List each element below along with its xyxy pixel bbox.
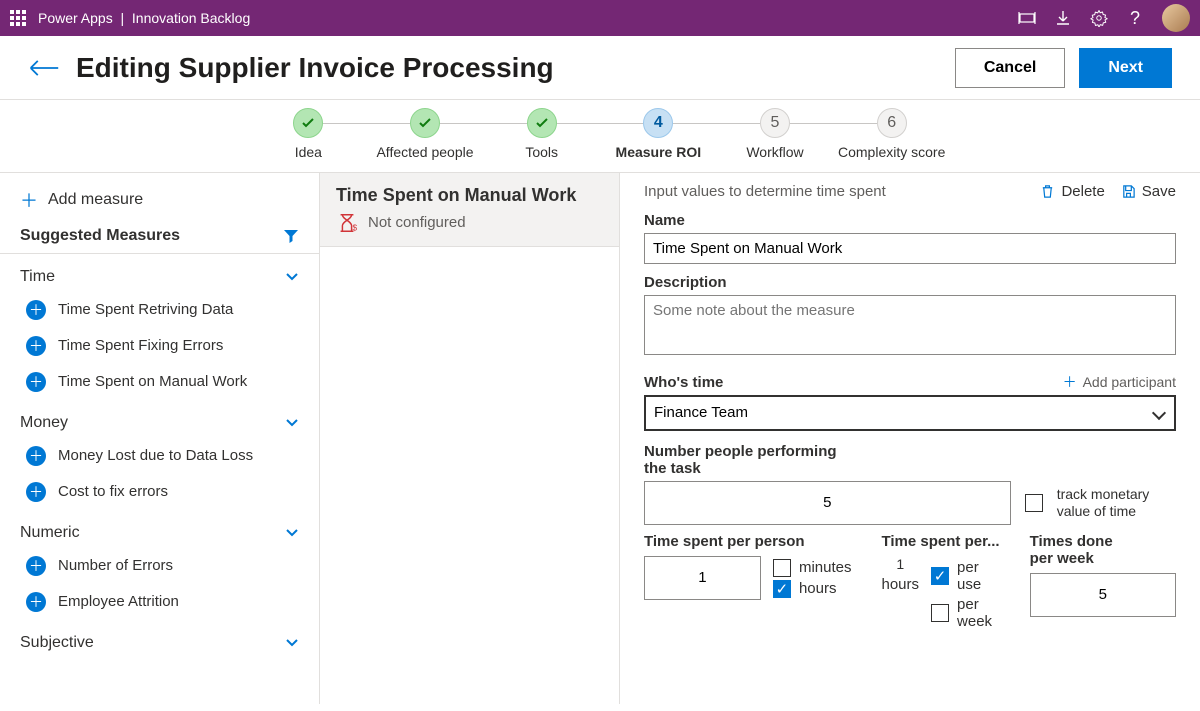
- step-affected-people[interactable]: Affected people: [367, 108, 484, 162]
- svg-text:$: $: [353, 223, 358, 232]
- add-circle-icon: ＋: [26, 482, 46, 502]
- time-per-person-input[interactable]: [644, 556, 761, 600]
- add-circle-icon: ＋: [26, 446, 46, 466]
- per-use-checkbox[interactable]: ✓: [931, 567, 949, 585]
- next-button[interactable]: Next: [1079, 48, 1172, 88]
- measure-card-status: Not configured: [368, 214, 466, 231]
- chevron-down-icon: [285, 416, 299, 430]
- time-spent-per-value: 1: [881, 556, 919, 572]
- name-input[interactable]: [644, 233, 1176, 264]
- delete-button[interactable]: Delete: [1040, 183, 1104, 200]
- measure-num-errors[interactable]: ＋Number of Errors: [0, 548, 319, 584]
- chevron-down-icon: [285, 636, 299, 650]
- times-done-input[interactable]: [1030, 573, 1176, 617]
- group-time[interactable]: Time: [0, 254, 319, 292]
- trash-icon: [1040, 184, 1055, 199]
- times-done-label: Times done per week: [1030, 533, 1130, 567]
- measure-money-lost[interactable]: ＋Money Lost due to Data Loss: [0, 438, 319, 474]
- measure-time-manual[interactable]: ＋Time Spent on Manual Work: [0, 364, 319, 400]
- page-header: Editing Supplier Invoice Processing Canc…: [0, 36, 1200, 100]
- num-people-label: Number people performing the task: [644, 443, 844, 477]
- measure-employee-attrition[interactable]: ＋Employee Attrition: [0, 584, 319, 620]
- app-title: Power Apps | Innovation Backlog: [38, 10, 250, 26]
- time-spent-per-unit: hours: [881, 576, 919, 593]
- add-measure-button[interactable]: ＋ Add measure: [0, 183, 319, 223]
- app-bar: Power Apps | Innovation Backlog ?: [0, 0, 1200, 36]
- measures-sidebar: ＋ Add measure Suggested Measures Time ＋T…: [0, 173, 320, 704]
- settings-icon[interactable]: [1090, 9, 1108, 27]
- save-button[interactable]: Save: [1121, 183, 1176, 200]
- hourglass-dollar-icon: $: [336, 212, 358, 234]
- group-money[interactable]: Money: [0, 400, 319, 438]
- whos-time-select[interactable]: Finance Team: [644, 395, 1176, 431]
- measure-form: Input values to determine time spent Del…: [620, 173, 1200, 704]
- track-monetary-label: track monetary value of time: [1057, 486, 1176, 520]
- fit-page-icon[interactable]: [1018, 9, 1036, 27]
- num-people-input[interactable]: [644, 481, 1011, 525]
- measure-time-fixing[interactable]: ＋Time Spent Fixing Errors: [0, 328, 319, 364]
- step-workflow[interactable]: 5 Workflow: [717, 108, 834, 162]
- plus-icon: ＋: [1063, 372, 1077, 392]
- page-title: Editing Supplier Invoice Processing: [76, 52, 554, 84]
- measure-time-retrieving[interactable]: ＋Time Spent Retriving Data: [0, 292, 319, 328]
- description-label: Description: [644, 274, 1176, 291]
- track-monetary-checkbox[interactable]: [1025, 494, 1043, 512]
- add-circle-icon: ＋: [26, 592, 46, 612]
- time-spent-per-label: Time spent per...: [881, 533, 999, 550]
- help-icon[interactable]: ?: [1126, 9, 1144, 27]
- step-complexity-score[interactable]: 6 Complexity score: [833, 108, 950, 162]
- suggested-measures-heading: Suggested Measures: [20, 227, 180, 245]
- chevron-down-icon: [285, 526, 299, 540]
- measure-cost-fix[interactable]: ＋Cost to fix errors: [0, 474, 319, 510]
- description-input[interactable]: [644, 295, 1176, 355]
- selected-measures-panel: Time Spent on Manual Work $ Not configur…: [320, 173, 620, 704]
- name-label: Name: [644, 212, 1176, 229]
- add-participant-button[interactable]: ＋ Add participant: [1063, 372, 1176, 392]
- time-per-person-label: Time spent per person: [644, 533, 851, 550]
- per-week-checkbox[interactable]: [931, 604, 949, 622]
- download-icon[interactable]: [1054, 9, 1072, 27]
- whos-time-label: Who's time: [644, 374, 723, 391]
- add-circle-icon: ＋: [26, 556, 46, 576]
- cancel-button[interactable]: Cancel: [955, 48, 1065, 88]
- group-numeric[interactable]: Numeric: [0, 510, 319, 548]
- step-tools[interactable]: Tools: [483, 108, 600, 162]
- add-circle-icon: ＋: [26, 372, 46, 392]
- plus-icon: ＋: [20, 187, 38, 213]
- measure-card-title: Time Spent on Manual Work: [336, 185, 603, 206]
- user-avatar[interactable]: [1162, 4, 1190, 32]
- form-hint: Input values to determine time spent: [644, 183, 886, 200]
- step-measure-roi[interactable]: 4 Measure ROI: [600, 108, 717, 162]
- back-arrow-icon[interactable]: [28, 52, 60, 84]
- filter-icon[interactable]: [283, 228, 299, 244]
- add-circle-icon: ＋: [26, 336, 46, 356]
- stepper: Idea Affected people Tools 4 Measure ROI…: [0, 100, 1200, 173]
- add-circle-icon: ＋: [26, 300, 46, 320]
- app-launcher-icon[interactable]: [10, 10, 26, 26]
- minutes-checkbox[interactable]: [773, 559, 791, 577]
- hours-checkbox[interactable]: ✓: [773, 580, 791, 598]
- step-idea[interactable]: Idea: [250, 108, 367, 162]
- save-icon: [1121, 184, 1136, 199]
- chevron-down-icon: [285, 270, 299, 284]
- group-subjective[interactable]: Subjective: [0, 620, 319, 658]
- measure-card-manual-work[interactable]: Time Spent on Manual Work $ Not configur…: [320, 173, 619, 247]
